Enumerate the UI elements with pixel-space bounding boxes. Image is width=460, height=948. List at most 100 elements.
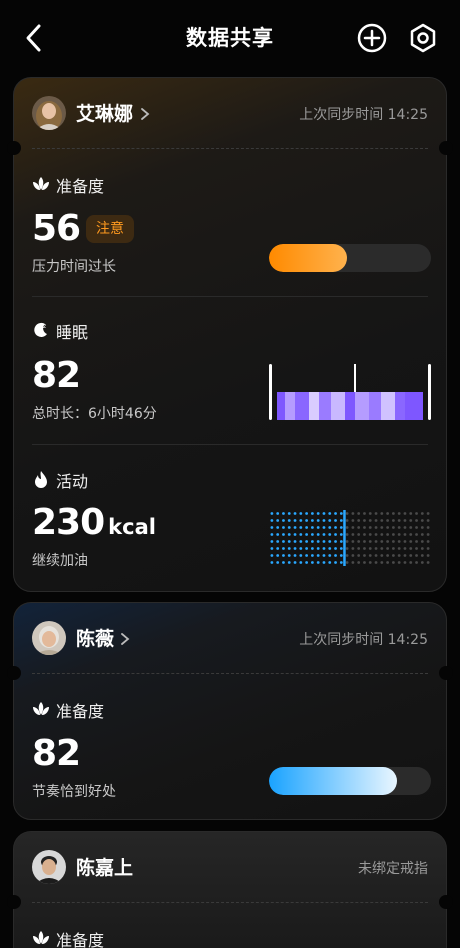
activity-dot (397, 533, 401, 536)
activity-dot (374, 533, 378, 536)
readiness-bar (269, 244, 431, 272)
activity-dot (293, 554, 297, 557)
sleep-value: 82 (32, 355, 81, 396)
activity-dot (363, 533, 366, 536)
activity-dot (368, 547, 372, 550)
activity-dot (316, 533, 320, 536)
activity-dot (305, 561, 309, 564)
activity-dot (426, 561, 430, 564)
activity-dot (426, 526, 430, 529)
activity-dot (415, 519, 418, 522)
user-name[interactable]: 艾琳娜 (76, 99, 133, 126)
activity-dot (305, 540, 309, 543)
moon-icon: z (34, 322, 47, 337)
activity-dot (276, 519, 280, 522)
activity-dot (357, 512, 361, 515)
chevron-right-icon[interactable] (120, 632, 130, 646)
activity-dot (397, 554, 401, 557)
readiness-label: 准备度 (56, 931, 105, 948)
activity-dot (282, 512, 285, 515)
activity-dot (345, 526, 349, 529)
gear-icon[interactable] (407, 22, 439, 54)
activity-dot (322, 540, 326, 543)
activity-dot (345, 554, 349, 557)
activity-number: 230 (32, 502, 105, 543)
activity-dot (363, 519, 366, 522)
share-card[interactable]: 陈嘉上 未绑定戒指 准备度 (7, 831, 453, 948)
activity-dot (374, 540, 378, 543)
activity-dot (380, 533, 384, 536)
activity-dot (316, 540, 320, 543)
activity-dot (351, 519, 355, 522)
activity-dot (415, 526, 418, 529)
sleep-label: 睡眠 (56, 323, 89, 342)
plus-circle-icon[interactable] (356, 22, 388, 54)
activity-dot (363, 561, 366, 564)
activity-dot (351, 561, 355, 564)
activity-dot (293, 540, 297, 543)
activity-dot (374, 512, 378, 515)
chevron-right-icon[interactable] (140, 107, 150, 121)
activity-dot (357, 540, 361, 543)
activity-dot (351, 540, 355, 543)
sleep-stage-chart (269, 364, 431, 420)
activity-dot (339, 526, 343, 529)
activity-dot (310, 512, 314, 515)
activity-dot (270, 540, 274, 543)
activity-dot (368, 512, 372, 515)
activity-dot (270, 519, 274, 522)
activity-dot (339, 540, 343, 543)
activity-dot (316, 561, 320, 564)
activity-dot (299, 512, 303, 515)
user-name[interactable]: 陈嘉上 (76, 853, 133, 880)
activity-dot (276, 554, 280, 557)
activity-dot (328, 547, 332, 550)
activity-dot (334, 561, 337, 564)
activity-dot (299, 554, 303, 557)
activity-value: 230 kcal (32, 502, 156, 543)
activity-dot (339, 554, 343, 557)
activity-dot (351, 554, 355, 557)
readiness-bar-fill (269, 767, 397, 795)
activity-dot (276, 533, 280, 536)
readiness-value: 82 (32, 733, 81, 774)
activity-dot (287, 547, 291, 550)
activity-dot (403, 561, 407, 564)
readiness-label: 准备度 (56, 177, 105, 196)
activity-dot (368, 519, 372, 522)
avatar[interactable] (32, 96, 66, 130)
activity-dot (386, 512, 390, 515)
activity-dot (397, 519, 401, 522)
activity-dot (403, 547, 407, 550)
avatar[interactable] (32, 621, 66, 655)
activity-dot (299, 526, 303, 529)
page-title: 数据共享 (186, 26, 274, 50)
activity-dot (339, 519, 343, 522)
activity-dot (357, 561, 361, 564)
activity-dot (282, 547, 285, 550)
activity-dot (403, 512, 407, 515)
activity-dot (270, 561, 274, 564)
activity-dot (380, 554, 384, 557)
flame-icon (35, 471, 47, 488)
activity-dot (305, 533, 309, 536)
activity-dot (310, 554, 314, 557)
activity-dot (363, 526, 366, 529)
share-card[interactable]: 陈薇 上次同步时间 14:25 准备度 82 节奏恰到好处 (7, 602, 453, 820)
activity-dot (420, 533, 424, 536)
activity-dot (322, 561, 326, 564)
activity-dot (270, 526, 274, 529)
activity-dot (310, 533, 314, 536)
avatar[interactable] (32, 850, 66, 884)
activity-dot (415, 547, 418, 550)
user-name[interactable]: 陈薇 (76, 624, 114, 651)
activity-dot (334, 526, 337, 529)
status-badge: 注意 (86, 215, 134, 243)
activity-dot (316, 547, 320, 550)
activity-dot (403, 533, 407, 536)
activity-dot (345, 547, 349, 550)
activity-dot (276, 540, 280, 543)
activity-dot (305, 554, 309, 557)
share-card[interactable]: 艾琳娜 上次同步时间 14:25 准备度 56 注意 压力时间过长 z 睡眠 8… (7, 77, 453, 592)
activity-dot (276, 561, 280, 564)
